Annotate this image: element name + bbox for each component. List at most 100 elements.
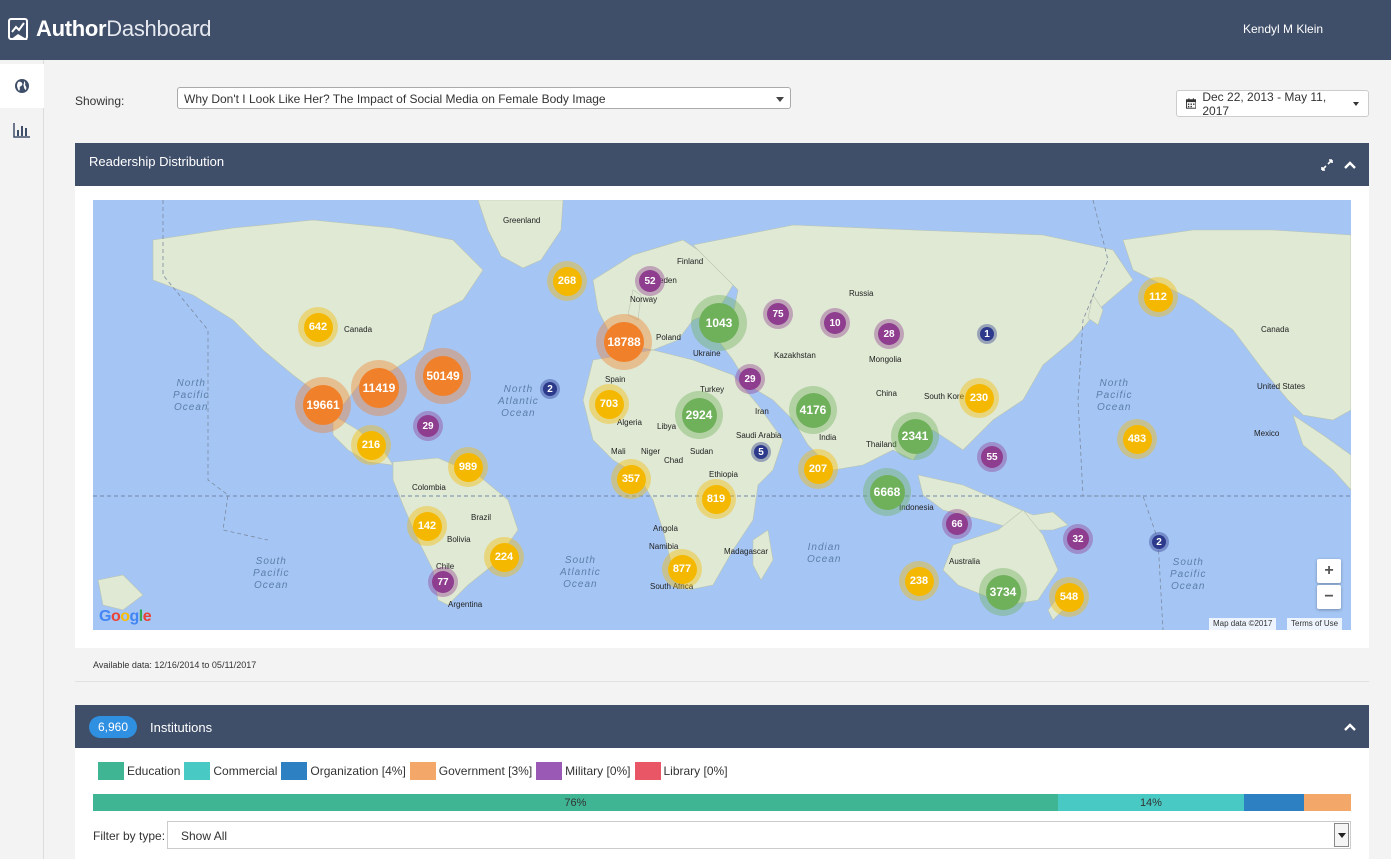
legend-item[interactable]: Government [3%]: [409, 762, 532, 780]
user-name[interactable]: Kendyl M Klein: [1243, 22, 1323, 36]
sidebar-item-map[interactable]: [0, 64, 44, 108]
map-cluster-marker[interactable]: 989: [448, 447, 488, 487]
map-cluster-marker[interactable]: 112: [1138, 277, 1178, 317]
cluster-count: 357: [621, 473, 641, 485]
map-cluster-marker[interactable]: 216: [351, 425, 391, 465]
app-logo[interactable]: AuthorDashboard: [8, 14, 212, 44]
cluster-count: 18788: [607, 335, 641, 349]
chevron-down-icon: [1337, 832, 1346, 838]
collapse-chevron-icon[interactable]: [1343, 158, 1357, 172]
filter-by-type-select[interactable]: Show All: [167, 821, 1351, 849]
map-label-australia: Australia: [949, 557, 981, 566]
cluster-count: 28: [883, 328, 895, 340]
map-cluster-marker[interactable]: 50149: [415, 348, 471, 404]
map-cluster-marker[interactable]: 2924: [675, 391, 723, 439]
terms-of-use-link[interactable]: Terms of Use: [1287, 618, 1343, 630]
map-cluster-marker[interactable]: 2: [540, 379, 560, 399]
map-cluster-marker[interactable]: 6668: [863, 468, 911, 516]
article-select-value: Why Don't I Look Like Her? The Impact of…: [184, 92, 606, 106]
map-label-libya: Libya: [657, 422, 677, 431]
sidebar-item-stats[interactable]: [0, 108, 44, 152]
map-cluster-marker[interactable]: 5: [751, 442, 771, 462]
ocean-label-north-atlantic: North Atlantic Ocean: [498, 384, 539, 419]
cluster-count: 2: [547, 383, 553, 395]
logo-icon: [8, 18, 28, 40]
share-bar-segment[interactable]: [1304, 794, 1351, 811]
cluster-count: 29: [744, 373, 756, 385]
map-label-chad: Chad: [664, 456, 684, 465]
ocean-label-north-pacific-east: North Pacific Ocean: [1096, 378, 1133, 413]
map-cluster-marker[interactable]: 207: [798, 449, 838, 489]
map-cluster-marker[interactable]: 77: [428, 567, 458, 597]
institutions-panel-header: 6,960 Institutions: [75, 705, 1369, 748]
share-bar-segment[interactable]: 76%: [93, 794, 1058, 811]
map-cluster-marker[interactable]: 268: [547, 261, 587, 301]
map-cluster-marker[interactable]: 28: [874, 319, 904, 349]
map-cluster-marker[interactable]: 2341: [891, 412, 939, 460]
cluster-count: 238: [909, 575, 929, 587]
map-cluster-marker[interactable]: 52: [635, 266, 665, 296]
app-title: AuthorDashboard: [36, 16, 212, 41]
share-bar-segment[interactable]: 14%: [1057, 794, 1245, 811]
map-cluster-marker[interactable]: 29: [735, 364, 765, 394]
map-cluster-marker[interactable]: 548: [1049, 577, 1089, 617]
date-range-button[interactable]: Dec 22, 2013 - May 11, 2017: [1176, 90, 1369, 118]
map-label-mali: Mali: [611, 447, 626, 456]
map-cluster-marker[interactable]: 4176: [789, 386, 837, 434]
map-cluster-marker[interactable]: 1: [977, 324, 997, 344]
chevron-down-icon: [776, 97, 784, 102]
map-cluster-marker[interactable]: 32: [1063, 524, 1093, 554]
map-label-angola: Angola: [653, 524, 678, 533]
map-cluster-marker[interactable]: 10: [820, 308, 850, 338]
collapse-chevron-icon[interactable]: [1343, 720, 1357, 734]
legend-item[interactable]: Education: [98, 762, 180, 780]
map-cluster-marker[interactable]: 11419: [351, 360, 407, 416]
cluster-count: 75: [772, 308, 784, 320]
legend-item[interactable]: Organization [4%]: [281, 762, 406, 780]
map-cluster-marker[interactable]: 2: [1149, 532, 1169, 552]
ocean-label-south-atlantic: South Atlantic Ocean: [560, 555, 601, 590]
legend-item[interactable]: Library [0%]: [634, 762, 728, 780]
map-attribution: Map data ©2017: [1209, 618, 1277, 630]
filter-select-value: Show All: [181, 829, 228, 843]
readership-map[interactable]: North Pacific Ocean North Atlantic Ocean Sou…: [93, 200, 1351, 630]
map-cluster-marker[interactable]: 703: [589, 384, 629, 424]
map-cluster-marker[interactable]: 3734: [979, 568, 1027, 616]
map-cluster-marker[interactable]: 75: [763, 299, 793, 329]
legend-label: Library [0%]: [663, 764, 728, 778]
cluster-count: 142: [417, 520, 437, 532]
ocean-label-south-pacific-east: South Pacific Ocean: [1170, 557, 1207, 592]
legend-swatch: [184, 762, 211, 780]
readership-title: Readership Distribution: [89, 154, 225, 169]
map-cluster-marker[interactable]: 55: [977, 442, 1007, 472]
legend-item[interactable]: Commercial: [184, 762, 277, 780]
zoom-out-button[interactable]: −: [1317, 585, 1341, 609]
map-cluster-marker[interactable]: 18788: [596, 314, 652, 370]
globe-icon: [15, 79, 29, 93]
map-label-norway: Norway: [630, 295, 658, 304]
map-cluster-marker[interactable]: 819: [696, 479, 736, 519]
legend-swatch: [634, 762, 661, 780]
cluster-count: 6668: [873, 485, 901, 499]
map-cluster-marker[interactable]: 19661: [295, 377, 351, 433]
legend-item[interactable]: Military [0%]: [536, 762, 631, 780]
share-bar-segment[interactable]: [1244, 794, 1305, 811]
cluster-count: 642: [308, 321, 328, 333]
map-cluster-marker[interactable]: 642: [298, 307, 338, 347]
map-cluster-marker[interactable]: 66: [942, 509, 972, 539]
map-cluster-marker[interactable]: 238: [899, 561, 939, 601]
map-cluster-marker[interactable]: 877: [662, 549, 702, 589]
map-cluster-marker[interactable]: 29: [413, 411, 443, 441]
expand-icon[interactable]: [1320, 158, 1334, 172]
map-label-iran: Iran: [755, 407, 769, 416]
map-cluster-marker[interactable]: 142: [407, 506, 447, 546]
map-cluster-marker[interactable]: 224: [484, 537, 524, 577]
article-select[interactable]: Why Don't I Look Like Her? The Impact of…: [177, 87, 791, 109]
map-cluster-marker[interactable]: 230: [959, 378, 999, 418]
cluster-count: 1043: [705, 316, 733, 330]
map-cluster-marker[interactable]: 1043: [691, 295, 747, 351]
filter-dropdown-arrow[interactable]: [1334, 823, 1349, 847]
zoom-in-button[interactable]: +: [1317, 559, 1341, 583]
map-cluster-marker[interactable]: 357: [611, 459, 651, 499]
map-cluster-marker[interactable]: 483: [1117, 419, 1157, 459]
